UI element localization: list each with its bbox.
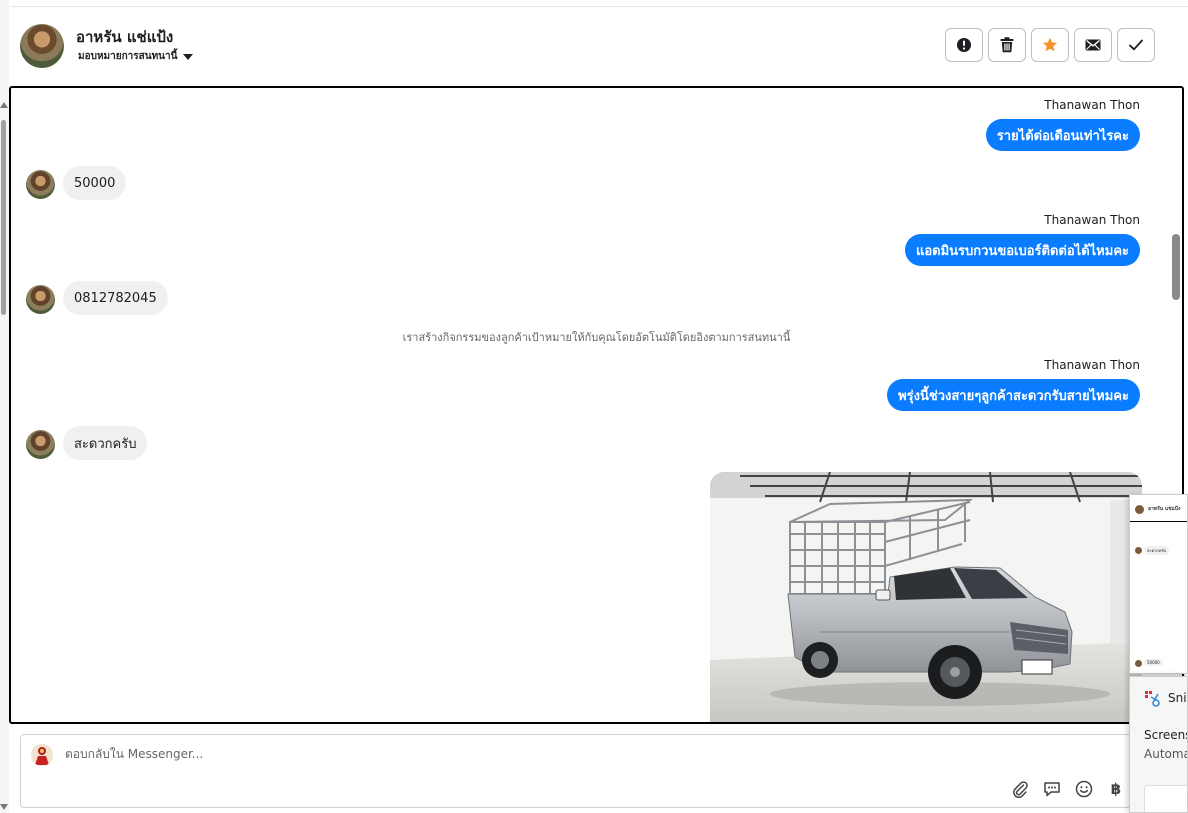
screenshot-preview-window[interactable]: อาหรัน แช่แป้ง สะดวกครับ 50000: [1129, 494, 1188, 674]
notification-heading: Screens: [1144, 728, 1188, 742]
page-logo-icon: [31, 744, 53, 766]
thread-scrollbar-thumb[interactable]: [1172, 234, 1180, 300]
contact-avatar-small[interactable]: [26, 170, 55, 199]
trash-icon: [1000, 37, 1014, 53]
preview-message: สะดวกครับ: [1144, 546, 1170, 555]
saved-replies-button[interactable]: [1042, 779, 1062, 799]
preview-avatar-small: [1135, 547, 1142, 554]
attach-button[interactable]: [1010, 779, 1030, 799]
top-divider: [10, 6, 1188, 7]
preview-avatar: [1135, 505, 1144, 514]
scroll-down-arrow-icon[interactable]: [0, 804, 8, 810]
notification-title: Snip: [1168, 691, 1187, 705]
notification-thumbnail[interactable]: [1144, 785, 1187, 812]
scroll-up-arrow-icon[interactable]: [0, 102, 8, 108]
message-sender-name: Thanawan Thon: [1044, 213, 1140, 227]
mark-done-button[interactable]: [1117, 28, 1155, 62]
exclamation-circle-icon: [957, 38, 971, 52]
scissors-icon: [1145, 691, 1160, 707]
outgoing-message[interactable]: พรุ่งนี้ช่วงสายๆลูกค้าสะดวกรับสายไหมคะ: [887, 379, 1140, 411]
message-sender-name: Thanawan Thon: [1044, 358, 1140, 372]
preview-avatar-small: [1135, 660, 1142, 667]
incoming-message[interactable]: สะดวกครับ: [63, 426, 148, 460]
star-button[interactable]: [1031, 28, 1069, 62]
smiley-icon: [1075, 780, 1093, 798]
snipping-tool-notification[interactable]: Snip Screens Automa: [1129, 676, 1188, 813]
star-icon: [1042, 37, 1058, 52]
contact-avatar-small[interactable]: [26, 285, 55, 314]
outgoing-message[interactable]: รายได้ต่อเดือนเท่าไรคะ: [985, 119, 1140, 151]
assign-conversation-label: มอบหมายการสนทนานี้: [78, 51, 178, 62]
report-button[interactable]: [945, 28, 983, 62]
reply-input[interactable]: [65, 747, 1065, 761]
assign-conversation-dropdown[interactable]: มอบหมายการสนทนานี้: [78, 49, 194, 64]
chat-bubble-icon: [1044, 782, 1060, 797]
preview-divider: [1130, 521, 1187, 522]
envelope-icon: [1085, 39, 1101, 51]
pickup-truck-image: [710, 472, 1142, 722]
outgoing-message[interactable]: แอดมินรบกวนขอเบอร์ติดต่อได้ไหมคะ: [904, 234, 1140, 266]
message-thread[interactable]: Thanawan Thon รายได้ต่อเดือนเท่าไรคะ 500…: [9, 86, 1184, 724]
incoming-message[interactable]: 50000: [63, 166, 127, 200]
paperclip-icon: [1013, 781, 1028, 798]
preview-contact-name: อาหรัน แช่แป้ง: [1148, 506, 1181, 512]
checkmark-icon: [1129, 39, 1143, 51]
emoji-button[interactable]: [1074, 779, 1094, 799]
incoming-message[interactable]: 0812782045: [63, 281, 168, 315]
composer-toolbar: ฿: [1010, 779, 1126, 799]
conversation-header: อาหรัน แช่แป้ง มอบหมายการสนทนานี้: [10, 8, 1175, 84]
truck-photo-attachment[interactable]: [710, 472, 1142, 722]
system-notice: เราสร้างกิจกรรมของลูกค้าเป้าหมายให้กับคุ…: [402, 331, 791, 344]
payment-button[interactable]: ฿: [1106, 779, 1126, 799]
conversation-actions: [945, 28, 1155, 62]
caret-down-icon: [183, 53, 194, 60]
contact-avatar-small[interactable]: [26, 430, 55, 459]
page-scrollbar-thumb[interactable]: [1, 120, 6, 315]
page-avatar: [31, 744, 53, 766]
page-scrollbar[interactable]: [0, 0, 9, 813]
preview-message: 50000: [1144, 659, 1163, 666]
contact-avatar[interactable]: [20, 24, 64, 68]
reply-composer[interactable]: ฿: [20, 734, 1135, 808]
contact-name[interactable]: อาหรัน แช่แป้ง: [76, 25, 173, 49]
message-sender-name: Thanawan Thon: [1044, 98, 1140, 112]
mark-unread-button[interactable]: [1074, 28, 1112, 62]
baht-icon: ฿: [1110, 780, 1122, 798]
notification-body: Automa: [1144, 747, 1188, 761]
delete-button[interactable]: [988, 28, 1026, 62]
